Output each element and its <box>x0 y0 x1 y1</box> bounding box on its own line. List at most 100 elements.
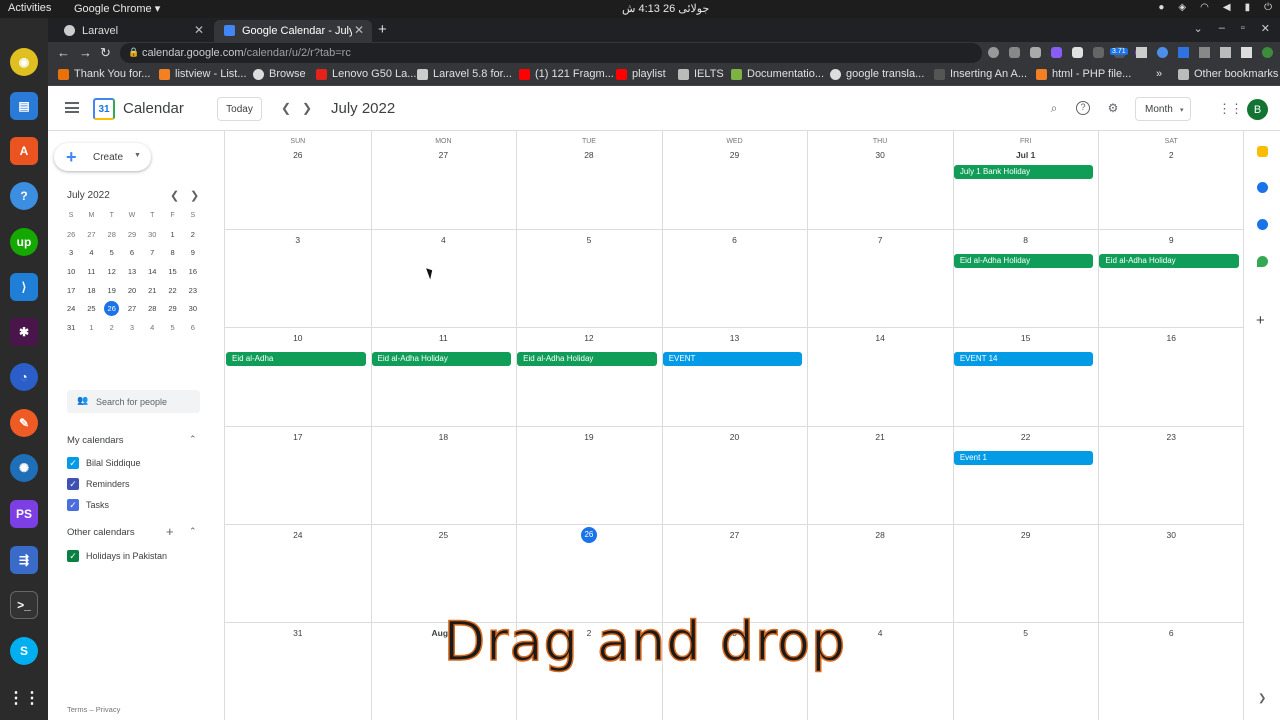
new-tab-icon[interactable]: + <box>378 21 387 38</box>
system-tray[interactable]: ● ◈ ◠ ◀ ▮ ⏻ <box>1158 2 1272 13</box>
tab-close-icon[interactable]: ✕ <box>354 23 364 37</box>
calendar-checkbox-item[interactable]: ✓ Tasks <box>67 498 109 512</box>
checkbox-checked-icon[interactable]: ✓ <box>67 478 79 490</box>
mini-day[interactable]: 1 <box>162 230 182 239</box>
event-chip[interactable]: EVENT 14 <box>953 352 1094 367</box>
day-number[interactable]: 20 <box>662 432 808 442</box>
mini-day[interactable]: 3 <box>61 248 81 257</box>
day-number[interactable]: 26 <box>225 150 371 160</box>
address-bar[interactable]: 🔒 calendar.google.com/calendar/u/2/r?tab… <box>120 43 982 63</box>
today-button[interactable]: Today <box>217 97 262 121</box>
mini-day[interactable]: 20 <box>122 286 142 295</box>
extension-blue-icon[interactable] <box>1178 47 1189 58</box>
bookmark-item[interactable]: Browse <box>253 68 306 80</box>
upwork-icon[interactable]: up <box>10 228 38 256</box>
bookmark-item[interactable]: listview - List... <box>159 68 247 80</box>
mini-day[interactable]: 2 <box>183 230 203 239</box>
event-chip[interactable]: Event 1 <box>953 450 1094 465</box>
day-number[interactable]: 30 <box>1098 530 1244 540</box>
extension-box-icon[interactable] <box>1199 47 1210 58</box>
mini-day[interactable]: 19 <box>102 286 122 295</box>
system-clock[interactable]: جولائی 26 4:13 ش <box>622 2 709 15</box>
account-avatar[interactable]: B <box>1247 99 1268 120</box>
mini-day[interactable]: 15 <box>162 267 182 276</box>
mini-day[interactable]: 23 <box>183 286 203 295</box>
mini-day[interactable]: 28 <box>142 304 162 313</box>
terminal-icon[interactable]: >_ <box>10 591 38 619</box>
day-number[interactable]: Jul 1 <box>953 150 1099 160</box>
day-number[interactable]: 28 <box>807 530 953 540</box>
tasks-icon[interactable] <box>1257 182 1268 193</box>
mini-next-icon[interactable]: ❯ <box>190 189 199 202</box>
add-calendar-icon[interactable]: + <box>166 524 174 539</box>
collapse-icon[interactable]: ⌃ <box>189 526 197 537</box>
deploy-icon[interactable]: ⇶ <box>10 546 38 574</box>
bookmark-item[interactable]: Thank You for... <box>58 68 150 80</box>
next-month-icon[interactable]: ❯ <box>302 101 312 115</box>
minimize-icon[interactable]: – <box>1219 22 1225 35</box>
day-number[interactable]: 7 <box>807 235 953 245</box>
close-window-icon[interactable]: ✕ <box>1261 22 1270 35</box>
activities-button[interactable]: Activities <box>8 2 51 14</box>
day-number[interactable]: 22 <box>953 432 1099 442</box>
mini-day[interactable]: 5 <box>102 248 122 257</box>
bookmark-item[interactable]: Laravel 5.8 for... <box>417 68 512 80</box>
bookmark-item[interactable]: google transla... <box>830 68 924 80</box>
mini-day[interactable]: 27 <box>81 230 101 239</box>
day-number[interactable]: 24 <box>225 530 371 540</box>
day-number[interactable]: 27 <box>662 530 808 540</box>
tab-laravel[interactable]: Laravel ✕ <box>54 20 212 42</box>
event-chip[interactable]: Eid al-Adha <box>226 352 366 367</box>
search-people-input[interactable]: 👥 Search for people <box>67 390 200 413</box>
software-icon[interactable]: A <box>10 137 38 165</box>
shield-icon[interactable]: ● <box>1158 2 1164 13</box>
mini-day[interactable]: 10 <box>61 267 81 276</box>
bookmarks-overflow-icon[interactable]: » <box>1156 68 1162 80</box>
mini-day[interactable]: 27 <box>122 304 142 313</box>
day-number[interactable]: 10 <box>225 333 371 343</box>
bookmark-item[interactable]: html - PHP file... <box>1036 68 1131 80</box>
tab-google-calendar[interactable]: Google Calendar - July 20... ✕ <box>214 20 372 42</box>
calendar-checkbox-item[interactable]: ✓ Reminders <box>67 477 130 491</box>
checkbox-checked-icon[interactable]: ✓ <box>67 457 79 469</box>
contacts-icon[interactable] <box>1257 219 1268 230</box>
day-number[interactable]: 3 <box>225 235 371 245</box>
previous-month-icon[interactable]: ❮ <box>281 101 291 115</box>
profile-icon[interactable] <box>1262 47 1273 58</box>
mini-day[interactable]: 14 <box>142 267 162 276</box>
forward-icon[interactable]: → <box>79 45 92 60</box>
app-grid-icon[interactable]: ⋮⋮ <box>8 684 40 712</box>
mini-day[interactable]: 6 <box>183 323 203 332</box>
rhythmbox-icon[interactable]: ◉ <box>10 48 38 76</box>
mini-day[interactable]: 8 <box>162 248 182 257</box>
bookmark-item[interactable]: (1) 121 Fragm... <box>519 68 614 80</box>
mini-day[interactable]: 29 <box>122 230 142 239</box>
day-number[interactable]: 13 <box>662 333 808 343</box>
slack-icon[interactable]: ✱ <box>10 318 38 346</box>
day-number[interactable]: 6 <box>662 235 808 245</box>
tab-search-icon[interactable]: ⌄ <box>1194 22 1203 35</box>
day-number[interactable]: 6 <box>1098 628 1244 638</box>
my-calendars-heading[interactable]: My calendars <box>67 435 124 446</box>
mini-day[interactable]: 9 <box>183 248 203 257</box>
bookmark-item[interactable]: Lenovo G50 La... <box>316 68 416 80</box>
extensions-puzzle-icon[interactable] <box>1220 47 1231 58</box>
bookmark-folder[interactable]: IELTS <box>678 68 724 80</box>
back-icon[interactable]: ← <box>57 45 70 60</box>
vpn-icon[interactable] <box>1136 47 1147 58</box>
maximize-icon[interactable]: ▫ <box>1241 22 1245 35</box>
event-chip[interactable]: Eid al-Adha Holiday <box>371 352 512 367</box>
main-menu-icon[interactable] <box>65 102 79 113</box>
share-icon[interactable] <box>1009 47 1020 58</box>
network-icon[interactable]: ◈ <box>1178 2 1186 13</box>
view-selector[interactable]: Month ▾ <box>1135 97 1191 121</box>
postman-icon[interactable]: ✎ <box>10 409 38 437</box>
day-number[interactable]: 15 <box>953 333 1099 343</box>
checkbox-checked-icon[interactable]: ✓ <box>67 550 79 562</box>
app-menu[interactable]: Google Chrome ▾ <box>74 2 160 15</box>
mini-day[interactable]: 16 <box>183 267 203 276</box>
day-number[interactable]: 17 <box>225 432 371 442</box>
other-calendars-heading[interactable]: Other calendars <box>67 527 135 538</box>
event-chip[interactable]: EVENT <box>662 352 803 367</box>
bookmark-item[interactable]: playlist <box>616 68 666 80</box>
